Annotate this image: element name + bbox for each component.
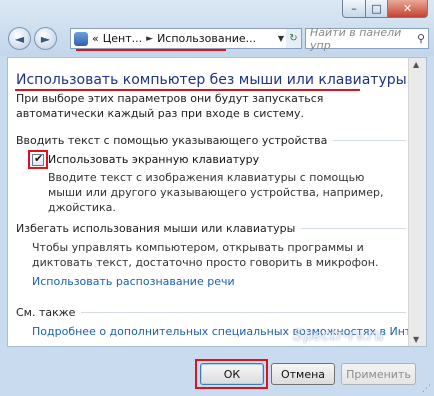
address-dropdown-icon[interactable]: ▼ xyxy=(278,34,284,43)
close-button[interactable]: ✕ xyxy=(388,0,428,18)
group-divider xyxy=(333,140,406,141)
see-also-group: См. также xyxy=(16,306,406,319)
vertical-scrollbar[interactable]: ▲ ▼ xyxy=(408,58,426,346)
intro-text: При выборе этих параметров они будут зап… xyxy=(16,92,324,120)
address-highlight-underline xyxy=(76,49,226,51)
pointing-device-heading: Вводить текст с помощью указывающего уст… xyxy=(16,134,328,147)
control-panel-icon xyxy=(74,31,88,46)
page-title: Использовать компьютер без мыши или клав… xyxy=(16,72,407,88)
forward-button[interactable]: ► xyxy=(34,27,57,50)
window-controls: – □ ✕ xyxy=(342,0,428,18)
breadcrumb-separator-icon[interactable]: ► xyxy=(146,34,153,44)
breadcrumb-control-panel[interactable]: Цент... xyxy=(103,32,142,45)
address-bar[interactable]: « Цент... ► Использование... ▼ xyxy=(70,28,288,49)
apply-button[interactable]: Применить xyxy=(341,363,416,385)
scroll-up-icon[interactable]: ▲ xyxy=(413,60,419,69)
scroll-down-icon[interactable]: ▼ xyxy=(413,335,419,344)
see-also-heading: См. также xyxy=(16,306,76,319)
search-input[interactable]: Найти в панели упр ⚲ xyxy=(305,25,429,52)
ok-highlight-box xyxy=(195,359,268,389)
pointing-device-group: Вводить текст с помощью указывающего уст… xyxy=(16,134,406,147)
speech-recognition-link[interactable]: Использовать распознавание речи xyxy=(32,275,235,288)
content-pane: Использовать компьютер без мыши или клав… xyxy=(7,57,427,347)
maximize-button[interactable]: □ xyxy=(366,0,388,18)
watermark: Spectr-rv.ru xyxy=(293,326,384,344)
refresh-icon[interactable]: ↻ xyxy=(286,28,302,49)
control-panel-window: – □ ✕ ◄ ► « Цент... ► Использование... ▼… xyxy=(0,0,434,396)
group-divider xyxy=(81,312,406,313)
breadcrumb-current[interactable]: Использование... xyxy=(157,32,256,45)
search-placeholder: Найти в панели упр xyxy=(310,25,402,52)
speech-group: Избегать использования мыши или клавиату… xyxy=(16,222,406,235)
window-title-bar: – □ ✕ ◄ ► « Цент... ► Использование... ▼… xyxy=(0,0,434,56)
back-button[interactable]: ◄ xyxy=(8,27,31,50)
cancel-button[interactable]: Отмена xyxy=(271,363,335,385)
resize-grip-icon[interactable]: ⋰ xyxy=(422,384,431,394)
speech-heading: Избегать использования мыши или клавиату… xyxy=(16,222,296,235)
dialog-footer: ОК Отмена Применить ⋰ xyxy=(0,347,434,396)
checkbox-highlight-box xyxy=(28,150,48,169)
minimize-button[interactable]: – xyxy=(342,0,366,18)
on-screen-keyboard-option[interactable]: ✔ Использовать экранную клавиатуру xyxy=(32,152,259,166)
on-screen-keyboard-label[interactable]: Использовать экранную клавиатуру xyxy=(48,153,259,166)
speech-description: Чтобы управлять компьютером, открывать п… xyxy=(32,241,379,269)
on-screen-keyboard-description: Вводите текст с изображения клавиатуры с… xyxy=(48,171,384,214)
group-divider xyxy=(301,228,406,229)
search-icon[interactable]: ⚲ xyxy=(417,32,425,45)
address-prefix[interactable]: « xyxy=(92,32,99,45)
